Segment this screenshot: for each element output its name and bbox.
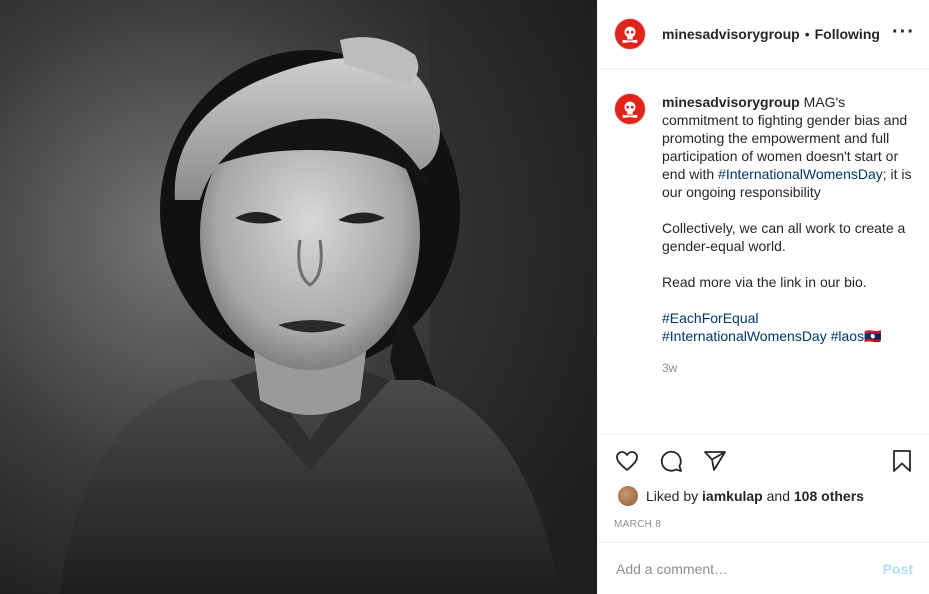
liker-avatar[interactable] [618, 486, 638, 506]
caption-section: minesadvisorygroup MAG's commitment to f… [598, 69, 929, 435]
account-username-link[interactable]: minesadvisorygroup [662, 26, 800, 42]
caption-paragraph: Collectively, we can all work to create … [662, 220, 906, 254]
more-options-icon[interactable]: ··· [892, 22, 915, 42]
share-button[interactable] [702, 448, 728, 474]
save-button[interactable] [889, 448, 915, 474]
and-label: and [766, 488, 790, 504]
comment-input[interactable] [616, 560, 883, 577]
hashtag-link[interactable]: #laos [831, 328, 864, 344]
skull-logo-icon [622, 101, 638, 118]
post-header: minesadvisorygroup • Following ··· [598, 0, 929, 69]
post-panel: minesadvisorygroup • Following ··· mines… [597, 0, 929, 594]
liked-by-label: Liked by [646, 488, 699, 504]
caption-username-link[interactable]: minesadvisorygroup [662, 94, 800, 110]
skull-logo-icon [622, 26, 638, 43]
post-date[interactable]: MARCH 8 [614, 519, 661, 530]
caption-timestamp[interactable]: 3w [662, 359, 913, 377]
caption-text: minesadvisorygroup MAG's commitment to f… [662, 93, 913, 434]
share-icon [704, 451, 726, 471]
post-photo[interactable] [0, 0, 597, 594]
account-avatar[interactable] [614, 18, 646, 50]
heart-icon [616, 451, 638, 471]
likes-summary: Liked by iamkulap and 108 others [618, 486, 864, 506]
following-button[interactable]: Following [815, 26, 880, 42]
caption-paragraph: Read more via the link in our bio. [662, 274, 867, 290]
hashtag-link[interactable]: #InternationalWomensDay [662, 328, 827, 344]
hashtag-link[interactable]: #InternationalWomensDay [718, 166, 883, 182]
comment-icon [660, 450, 682, 472]
liker-username-link[interactable]: iamkulap [702, 488, 763, 504]
others-likes-link[interactable]: 108 others [794, 488, 864, 504]
hashtag-link[interactable]: #EachForEqual [662, 310, 759, 326]
caption-avatar[interactable] [614, 93, 646, 125]
comment-box: Post [598, 542, 929, 594]
post-comment-button[interactable]: Post [883, 561, 913, 577]
portrait-image [0, 0, 597, 594]
like-button[interactable] [614, 448, 640, 474]
post-actions [614, 446, 915, 476]
separator-dot: • [804, 26, 810, 42]
bookmark-icon [893, 450, 911, 472]
laos-flag-emoji: 🇱🇦 [864, 328, 882, 344]
comment-button[interactable] [658, 448, 684, 474]
